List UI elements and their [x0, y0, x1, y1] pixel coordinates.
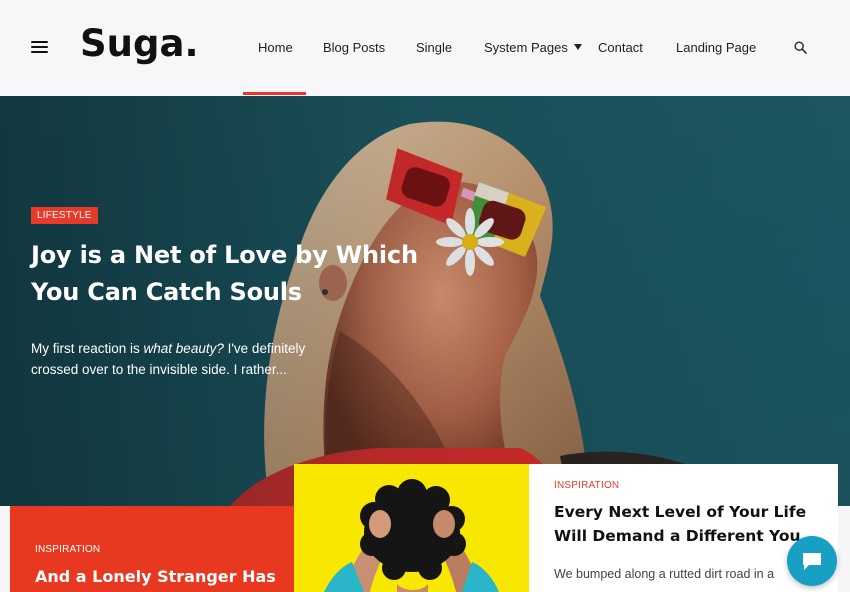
search-icon[interactable]: [794, 41, 807, 54]
hero-excerpt-start: My first reaction is: [31, 341, 144, 356]
chat-button[interactable]: [787, 536, 837, 586]
card-excerpt: We bumped along a rutted dirt road in a: [554, 567, 775, 581]
hero-excerpt: My first reaction is what beauty? I've d…: [31, 338, 341, 380]
post-card-image[interactable]: [294, 464, 529, 592]
nav-item-single[interactable]: Single: [416, 40, 452, 56]
site-logo[interactable]: Suga.: [80, 22, 199, 66]
hero-excerpt-emphasis: what beauty?: [143, 341, 224, 356]
card-title[interactable]: Every Next Level of Your Life Will Deman…: [554, 500, 816, 548]
card-category-badge[interactable]: INSPIRATION: [554, 480, 619, 491]
site-header: Suga. Home Blog Posts Single System Page…: [0, 0, 850, 96]
post-card-red[interactable]: INSPIRATION And a Lonely Stranger Has: [10, 506, 294, 592]
nav-item-home[interactable]: Home: [258, 40, 293, 56]
nav-item-system-pages[interactable]: System Pages: [484, 40, 582, 56]
hamburger-menu-icon[interactable]: [31, 41, 48, 53]
hero-title[interactable]: Joy is a Net of Love by Which You Can Ca…: [31, 237, 431, 311]
nav-item-landing-page[interactable]: Landing Page: [676, 40, 756, 56]
nav-active-indicator: [243, 92, 306, 95]
hero-category-badge[interactable]: LIFESTYLE: [31, 207, 98, 224]
chat-bubble-icon: [803, 553, 821, 570]
card-category-badge[interactable]: INSPIRATION: [35, 544, 100, 555]
card-thumbnail-image: [324, 479, 499, 592]
nav-item-blog-posts[interactable]: Blog Posts: [323, 40, 385, 56]
hero-featured-post[interactable]: LIFESTYLE Joy is a Net of Love by Which …: [0, 96, 850, 506]
card-title[interactable]: And a Lonely Stranger Has: [35, 567, 276, 586]
nav-item-contact[interactable]: Contact: [598, 40, 643, 56]
